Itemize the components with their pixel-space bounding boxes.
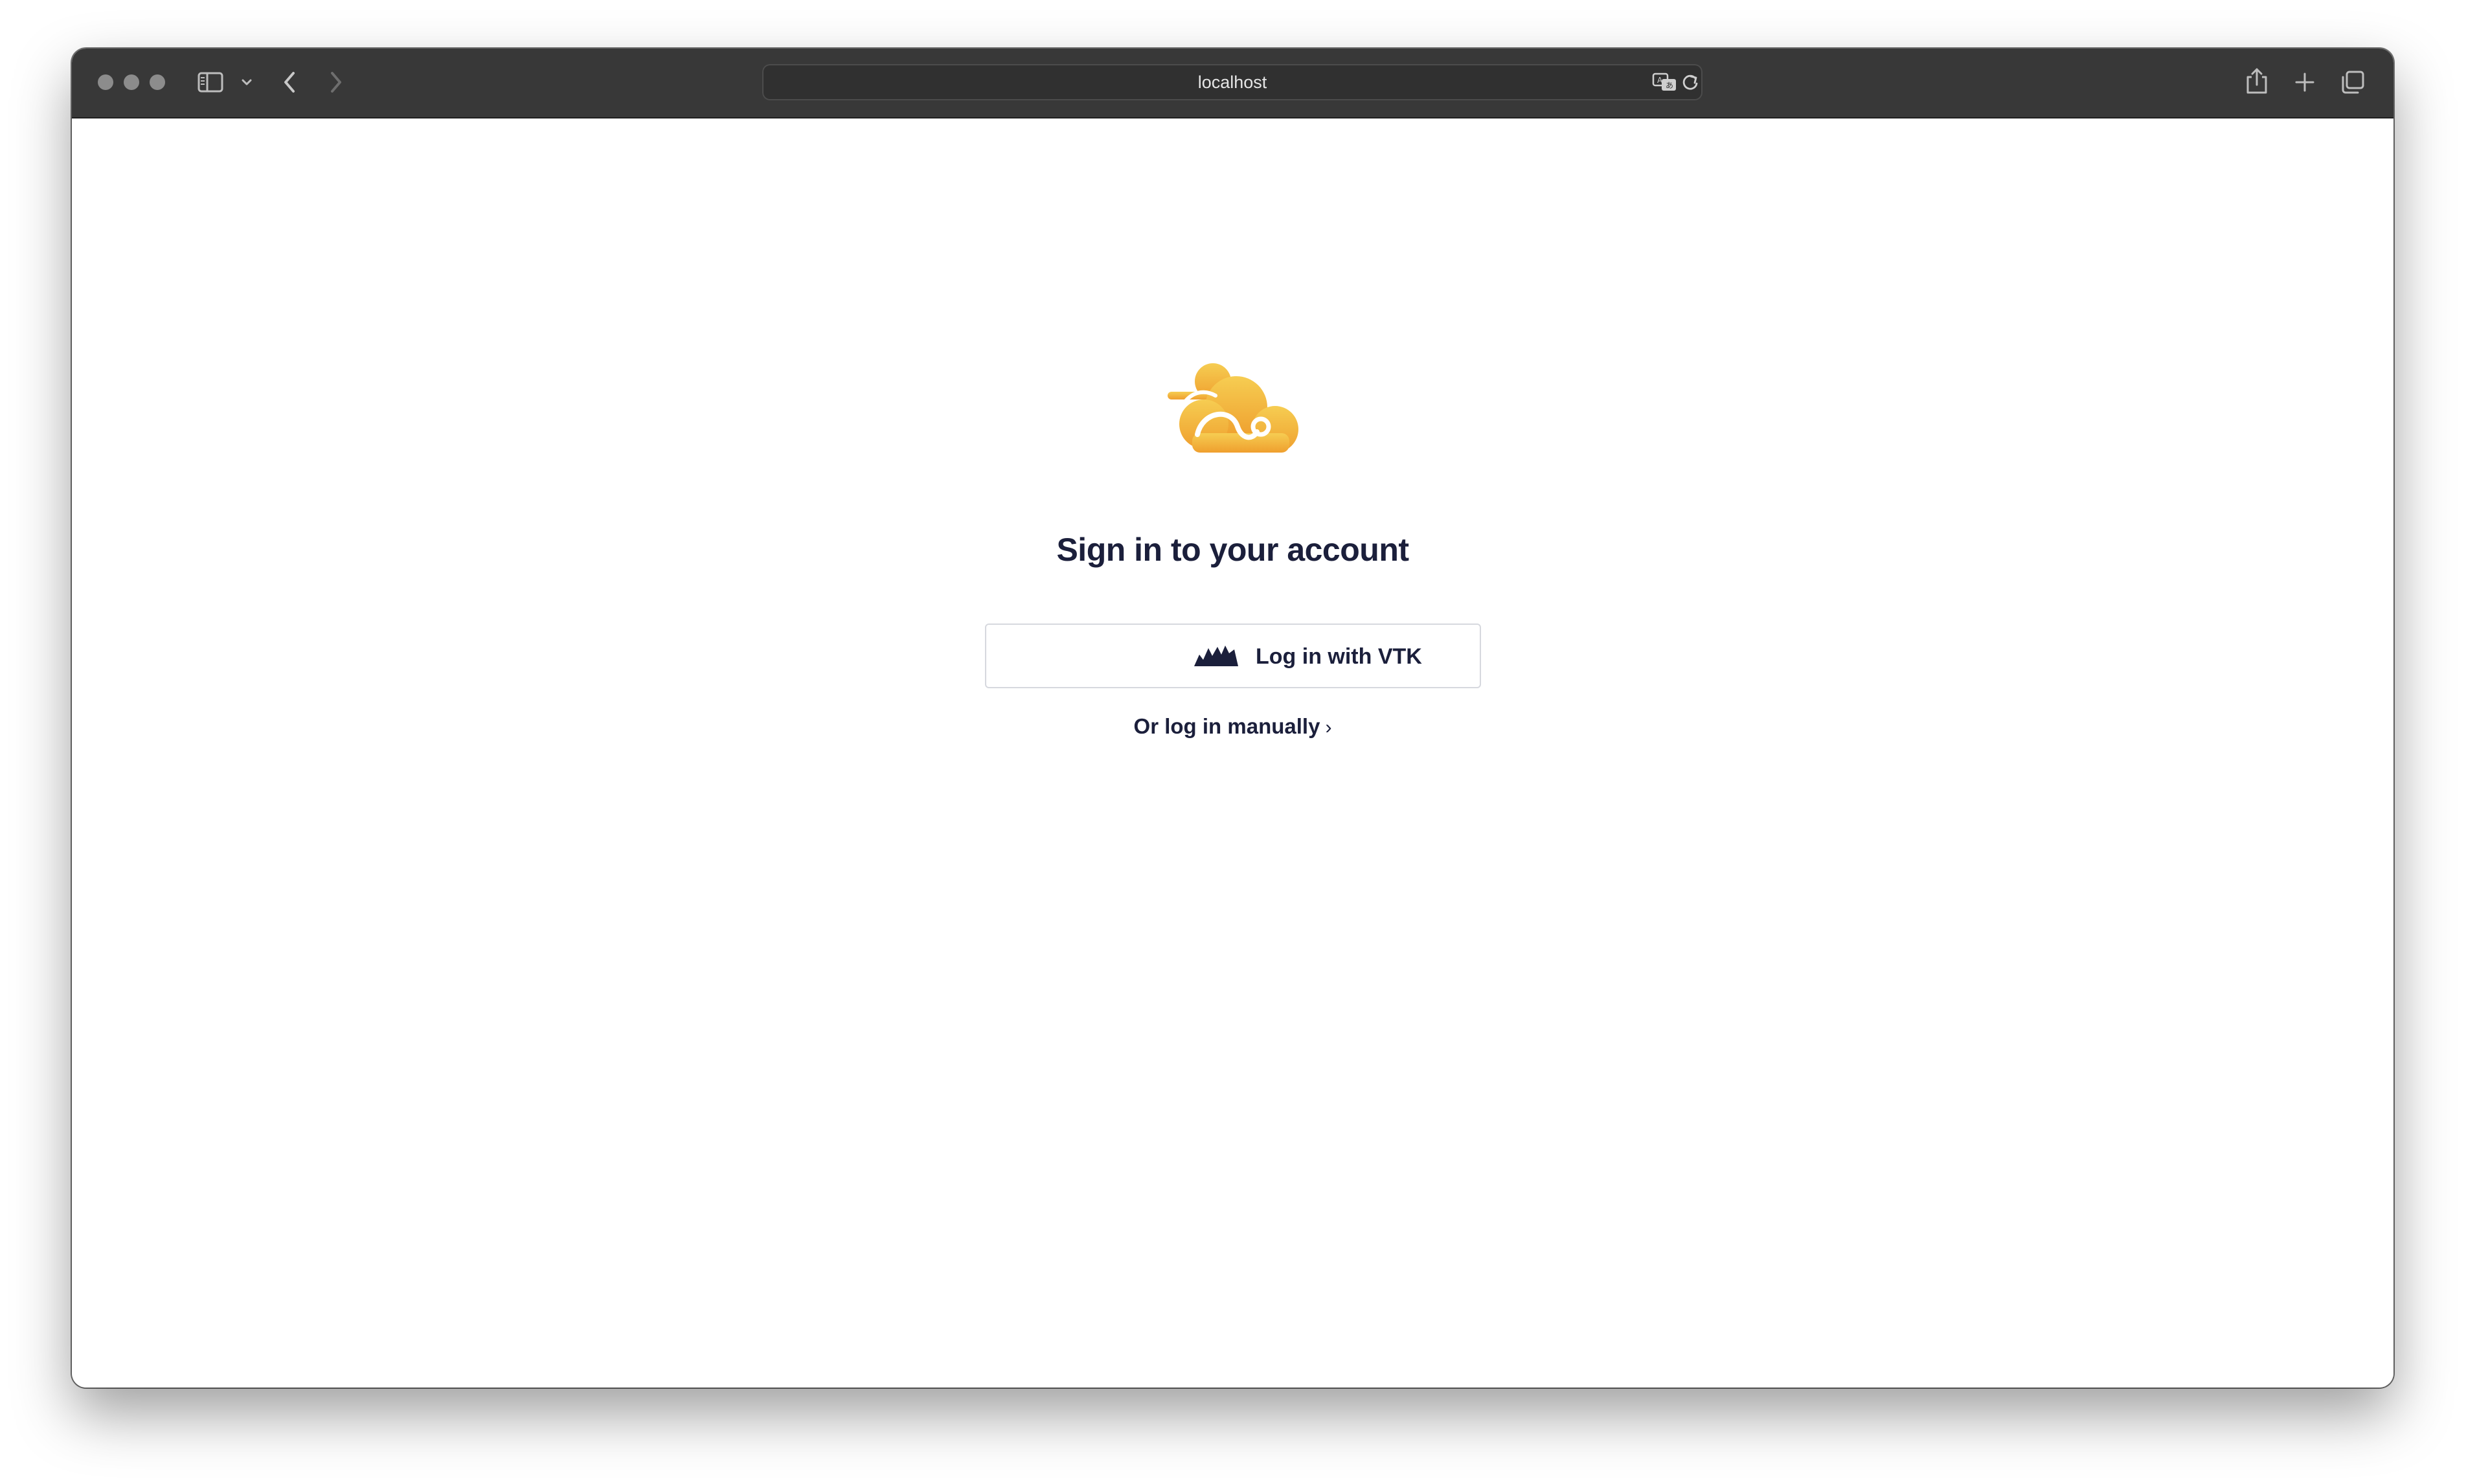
screen: localhost A あ Sign in to your account Lo… bbox=[0, 0, 2466, 1484]
vtk-logo bbox=[1194, 646, 1238, 666]
tabs-overview-icon[interactable] bbox=[2340, 69, 2366, 95]
manual-login-link[interactable]: Or log in manually › bbox=[72, 714, 2393, 740]
close-window-button[interactable] bbox=[98, 74, 113, 90]
translate-icon[interactable]: A あ bbox=[1652, 72, 1678, 93]
page-content: Sign in to your account Log in with VTK … bbox=[72, 118, 2393, 1388]
url-text: localhost bbox=[1197, 73, 1267, 92]
vtk-login-label: Log in with VTK bbox=[1256, 644, 1422, 669]
svg-text:A: A bbox=[1657, 76, 1663, 85]
chevron-down-icon[interactable] bbox=[240, 77, 253, 87]
cloud-logo bbox=[1168, 363, 1298, 453]
page-title: Sign in to your account bbox=[1056, 532, 1409, 568]
minimize-window-button[interactable] bbox=[124, 74, 139, 90]
address-bar[interactable]: localhost A あ bbox=[762, 64, 1702, 100]
browser-window: localhost A あ Sign in to your account Lo… bbox=[72, 49, 2393, 1388]
manual-login-label: Or log in manually bbox=[1133, 714, 1320, 738]
zoom-window-button[interactable] bbox=[150, 74, 165, 90]
forward-icon[interactable] bbox=[326, 69, 345, 95]
share-icon[interactable] bbox=[2245, 67, 2268, 95]
reload-icon[interactable] bbox=[1680, 72, 1700, 93]
vtk-login-button[interactable]: Log in with VTK bbox=[985, 624, 1481, 688]
sidebar-icon[interactable] bbox=[198, 71, 223, 94]
back-icon[interactable] bbox=[280, 69, 300, 95]
new-tab-icon[interactable] bbox=[2294, 72, 2315, 93]
browser-toolbar: localhost A あ bbox=[72, 49, 2393, 118]
chevron-right-icon: › bbox=[1325, 717, 1332, 738]
svg-text:あ: あ bbox=[1666, 81, 1673, 90]
